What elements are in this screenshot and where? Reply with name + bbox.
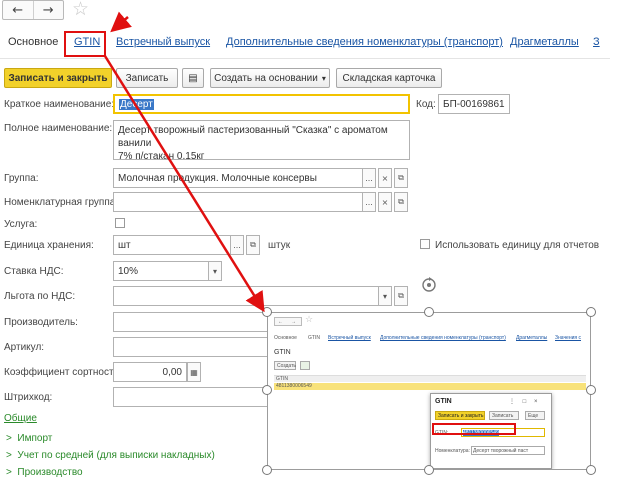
pointer-arrow: [110, 11, 132, 33]
connector-arrow: [103, 55, 265, 313]
annotation-arrows: [103, 11, 265, 313]
